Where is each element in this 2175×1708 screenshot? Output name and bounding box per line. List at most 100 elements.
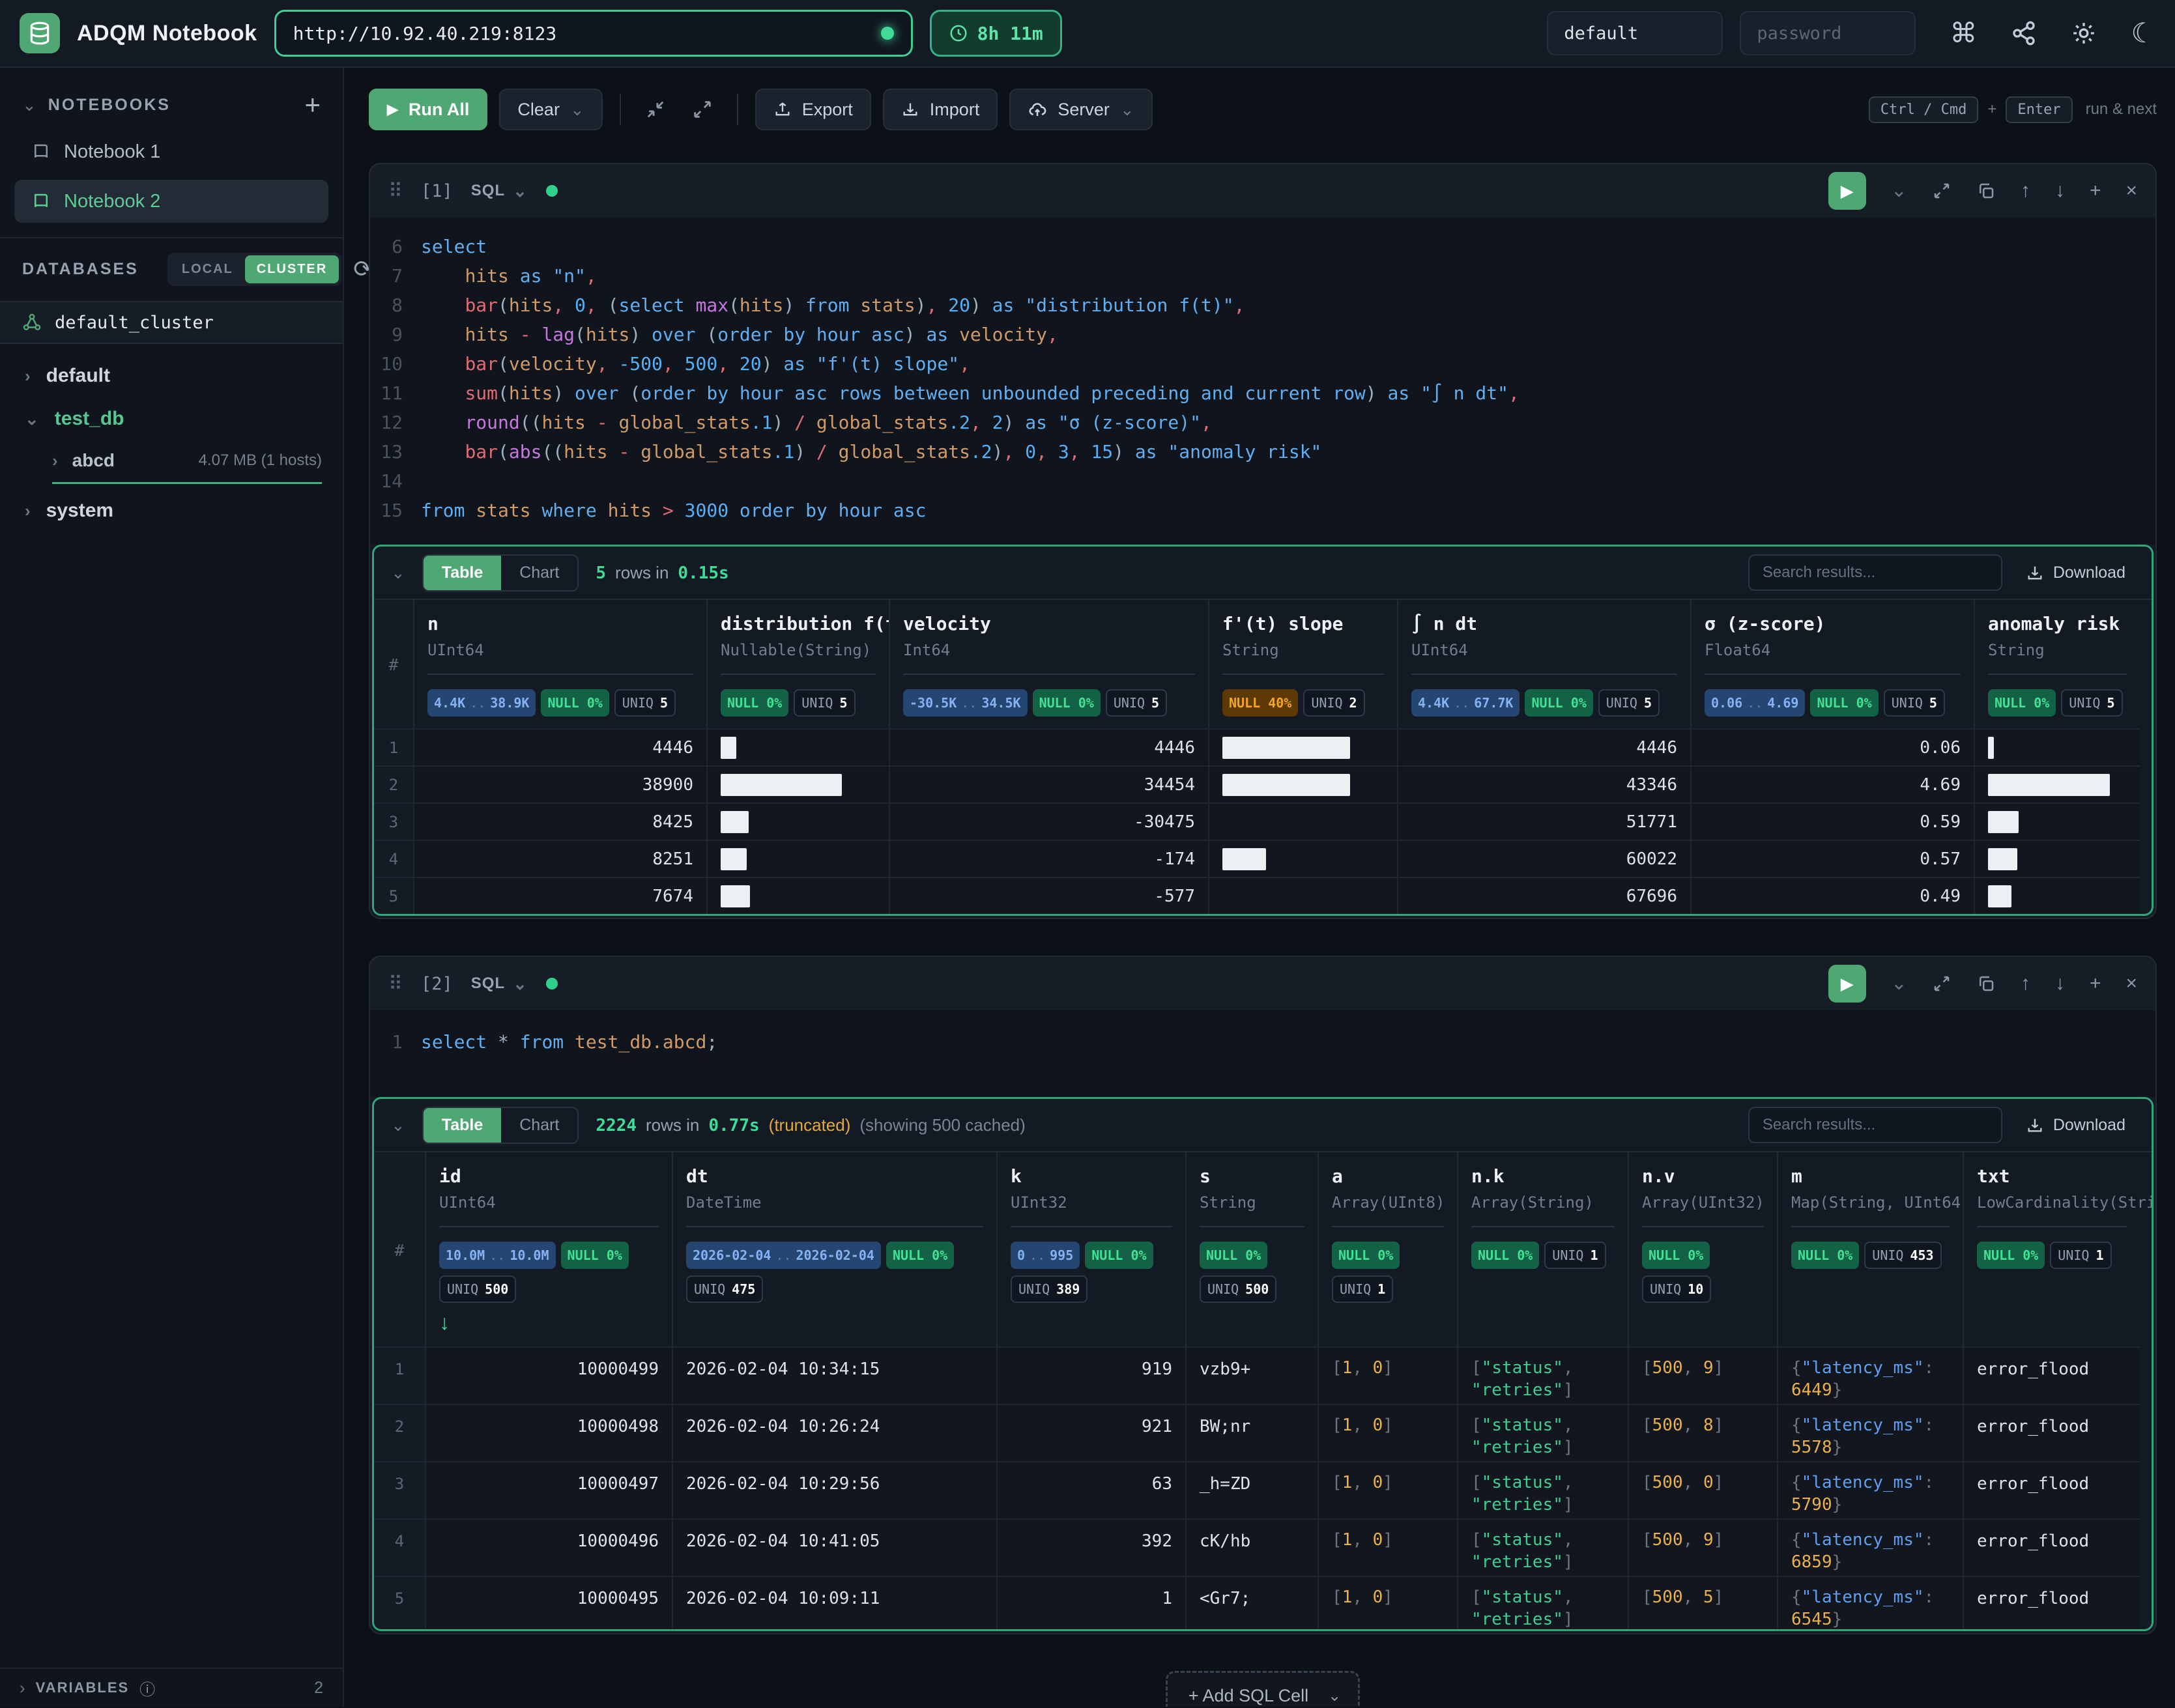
close-cell-icon[interactable]: × — [2125, 973, 2137, 995]
connection-url-input[interactable] — [293, 23, 881, 44]
column-header: n.kArray(String)NULL 0%UNIQ1 — [1457, 1152, 1628, 1346]
settings-gear-icon[interactable] — [2071, 20, 2097, 46]
column-name: velocity — [903, 613, 1195, 634]
sql-editor[interactable]: 1select * from test_db.abcd; — [370, 1010, 2155, 1097]
column-name: distribution f(t) — [721, 613, 876, 634]
cell-language-select[interactable]: SQL ⌄ — [471, 182, 528, 200]
clear-button[interactable]: Clear ⌄ — [499, 89, 602, 130]
chevron-down-icon[interactable]: ⌄ — [1891, 974, 1907, 993]
share-icon[interactable] — [2011, 20, 2037, 46]
collapse-all-icon[interactable] — [638, 98, 673, 121]
sql-editor[interactable]: 6select7 hits as "n",8 bar(hits, 0, (sel… — [370, 218, 2155, 545]
column-rule — [1791, 1226, 1950, 1227]
tree-item-abcd[interactable]: › abcd 4.07 MB (1 hosts) — [0, 440, 343, 481]
chevron-down-icon: ⌄ — [25, 410, 39, 427]
column-rule — [721, 674, 876, 675]
table-cell: 38900 — [413, 765, 706, 803]
sidebar-item-notebook-1[interactable]: Notebook 1 — [14, 130, 328, 173]
add-sql-cell-button[interactable]: + Add SQL Cell ⌄ — [1166, 1671, 1360, 1707]
row-index: 4 — [374, 840, 413, 877]
table-cell — [1974, 840, 2140, 877]
move-cell-down-icon[interactable]: ↓ — [2055, 973, 2065, 995]
line-number: 12 — [370, 408, 421, 437]
column-name: dt — [686, 1165, 983, 1187]
server-button[interactable]: Server ⌄ — [1009, 89, 1152, 130]
table-cell: 63 — [996, 1461, 1185, 1518]
move-cell-up-icon[interactable]: ↑ — [2021, 180, 2030, 202]
column-type: Map(String, UInt64) — [1791, 1193, 1950, 1212]
import-icon — [901, 100, 919, 119]
code-line: 9 hits - lag(hits) over (order by hour a… — [370, 320, 2155, 349]
scope-cluster-option[interactable]: CLUSTER — [245, 255, 339, 283]
dark-mode-moon-icon[interactable]: ☾ — [2131, 20, 2155, 47]
toolbar-separator — [620, 94, 621, 125]
column-rule — [1332, 1226, 1444, 1227]
search-results-input[interactable] — [1748, 554, 2002, 591]
column-name: n.v — [1642, 1165, 1764, 1187]
table-cell: error_flood — [1963, 1576, 2140, 1631]
export-button[interactable]: Export — [755, 89, 871, 130]
drag-handle-icon[interactable]: ⠿ — [388, 180, 403, 203]
copy-cell-icon[interactable] — [1976, 181, 1996, 201]
column-type: Array(UInt32) — [1642, 1193, 1764, 1212]
sort-desc-icon[interactable]: ↓ — [439, 1311, 659, 1335]
table-cell — [1974, 803, 2140, 840]
table-cell: [500, 9] — [1628, 1346, 1777, 1404]
close-cell-icon[interactable]: × — [2125, 180, 2137, 202]
tab-table[interactable]: Table — [424, 556, 501, 590]
tree-item-test-db[interactable]: ⌄ test_db — [0, 397, 343, 440]
run-cell-button[interactable]: ▶ — [1828, 172, 1866, 210]
table-cell: 10000498 — [425, 1404, 672, 1461]
sidebar-item-notebook-2[interactable]: Notebook 2 — [14, 180, 328, 223]
chip-null: NULL 0% — [886, 1242, 954, 1269]
column-rule — [1988, 674, 2127, 675]
table-cell: ["status", "retries"] — [1457, 1518, 1628, 1576]
run-all-button[interactable]: ▶ Run All — [369, 89, 487, 130]
expand-all-icon[interactable] — [685, 98, 720, 121]
tree-item-default[interactable]: › default — [0, 354, 343, 397]
table-cell: 4446 — [413, 728, 706, 765]
collapse-results-icon[interactable]: ⌄ — [391, 564, 405, 581]
tab-chart[interactable]: Chart — [501, 1108, 577, 1143]
results-table-2: #idUInt6410.0M..10.0MNULL 0%UNIQ500↓dtDa… — [374, 1151, 2152, 1631]
username-field[interactable] — [1547, 11, 1723, 55]
table-cell: 7674 — [413, 877, 706, 914]
add-cell-icon[interactable]: + — [2090, 180, 2101, 202]
move-cell-up-icon[interactable]: ↑ — [2021, 973, 2030, 995]
scope-local-option[interactable]: LOCAL — [170, 255, 245, 283]
table-cell: 0.49 — [1690, 877, 1974, 914]
column-rule — [1642, 1226, 1764, 1227]
chip-null: NULL 0% — [1791, 1242, 1859, 1269]
search-results-input[interactable] — [1748, 1107, 2002, 1143]
table-cell: 10000499 — [425, 1346, 672, 1404]
collapse-results-icon[interactable]: ⌄ — [391, 1117, 405, 1133]
tab-table[interactable]: Table — [424, 1108, 501, 1143]
add-notebook-button[interactable]: + — [304, 89, 321, 121]
download-label: Download — [2053, 563, 2125, 582]
chevron-down-icon[interactable]: ⌄ — [22, 96, 36, 113]
move-cell-down-icon[interactable]: ↓ — [2055, 180, 2065, 202]
import-button[interactable]: Import — [883, 89, 998, 130]
download-button[interactable]: Download — [2017, 554, 2135, 591]
command-menu-icon[interactable]: ⌘ — [1950, 20, 1977, 47]
expand-cell-icon[interactable] — [1932, 181, 1952, 201]
row-index: 4 — [374, 1518, 425, 1576]
password-field[interactable] — [1740, 11, 1916, 55]
tree-item-system[interactable]: › system — [0, 489, 343, 532]
chevron-down-icon[interactable]: ⌄ — [1891, 181, 1907, 201]
add-cell-icon[interactable]: + — [2090, 973, 2101, 995]
cluster-row[interactable]: default_cluster — [0, 301, 343, 344]
tab-chart[interactable]: Chart — [501, 556, 577, 590]
variables-footer[interactable]: › VARIABLES ⓘ 2 — [0, 1668, 343, 1707]
cell-language-select[interactable]: SQL ⌄ — [471, 975, 528, 993]
table-cell: 8251 — [413, 840, 706, 877]
download-button[interactable]: Download — [2017, 1107, 2135, 1143]
column-stats: NULL 0%UNIQ5 — [721, 689, 876, 717]
drag-handle-icon[interactable]: ⠿ — [388, 973, 403, 995]
table-cell: -30475 — [889, 803, 1208, 840]
expand-cell-icon[interactable] — [1932, 974, 1952, 993]
copy-cell-icon[interactable] — [1976, 974, 1996, 993]
chip-null: NULL 0% — [541, 689, 609, 717]
run-cell-button[interactable]: ▶ — [1828, 965, 1866, 1003]
column-name: anomaly risk — [1988, 613, 2127, 634]
